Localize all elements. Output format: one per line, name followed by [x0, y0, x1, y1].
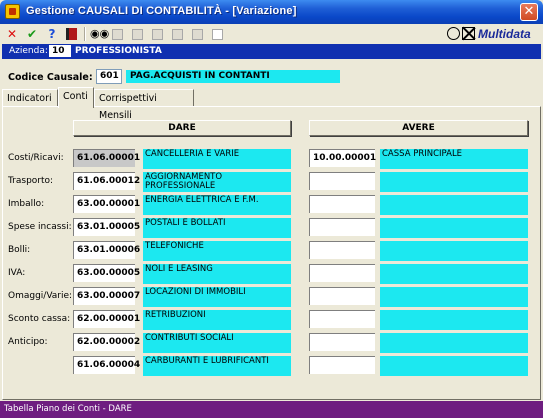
logo-circle-icon: [447, 27, 460, 40]
tab-indicatori[interactable]: Indicatori: [2, 89, 58, 107]
window-title: Gestione CAUSALI DI CONTABILITÀ - [Varia…: [26, 5, 297, 17]
dare-description: LOCAZIONI DI IMMOBILI: [143, 287, 291, 307]
azienda-bar: Azienda: 10 PROFESSIONISTA: [2, 44, 541, 59]
dare-code-field[interactable]: 61.06.00004: [73, 356, 140, 374]
avere-description: [380, 310, 528, 330]
azienda-name: PROFESSIONISTA: [75, 46, 162, 56]
logo-text: Multidata: [478, 27, 531, 41]
avere-description: CASSA PRINCIPALE: [380, 149, 528, 169]
close-button[interactable]: ✕: [520, 3, 538, 21]
status-bar: Tabella Piano dei Conti - DARE: [0, 401, 543, 418]
dare-description: POSTALI E BOLLATI: [143, 218, 291, 238]
avere-code-field[interactable]: [309, 172, 375, 190]
dare-description: CONTRIBUTI SOCIALI: [143, 333, 291, 353]
dare-code-field[interactable]: 62.00.00001: [73, 310, 140, 328]
avere-description: [380, 264, 528, 284]
close-x-icon[interactable]: ✕: [4, 26, 20, 42]
multidata-logo: Multidata: [445, 24, 541, 44]
row-label: Trasporto:: [8, 176, 54, 186]
azienda-label: Azienda:: [9, 46, 48, 56]
confirm-check-icon[interactable]: ✔: [24, 26, 40, 42]
dare-code-field[interactable]: 61.06.00001: [73, 149, 140, 167]
avere-code-field[interactable]: [309, 356, 375, 374]
avere-code-field[interactable]: [309, 218, 375, 236]
status-text: Tabella Piano dei Conti - DARE: [4, 404, 132, 414]
app-icon: [5, 4, 20, 19]
dare-code-field[interactable]: 63.01.00006: [73, 241, 140, 259]
avere-code-field[interactable]: [309, 333, 375, 351]
tab-conti[interactable]: Conti: [58, 87, 94, 108]
row-label: Bolli:: [8, 245, 31, 255]
dare-description: AGGIORNAMENTO PROFESSIONALE: [143, 172, 291, 192]
help-icon[interactable]: ?: [44, 26, 60, 42]
avere-code-field[interactable]: [309, 287, 375, 305]
copy-icon[interactable]: [110, 26, 126, 42]
codice-causale-label: Codice Causale:: [8, 72, 93, 83]
delete-icon[interactable]: [150, 26, 166, 42]
row-label: IVA:: [8, 268, 26, 278]
avere-description: [380, 241, 528, 261]
tab-corrispettivi-mensili[interactable]: Corrispettivi Mensili: [94, 89, 194, 121]
dare-description: ENERGIA ELETTRICA E F.M.: [143, 195, 291, 215]
avere-description: [380, 195, 528, 215]
blank-page-icon[interactable]: [210, 26, 226, 42]
avere-description: [380, 172, 528, 192]
codice-causale-input[interactable]: 601: [96, 69, 122, 84]
dare-code-field[interactable]: 63.00.00001: [73, 195, 140, 213]
avere-column-header: AVERE: [309, 120, 528, 136]
row-label: Anticipo:: [8, 337, 48, 347]
avere-description: [380, 356, 528, 376]
toolbar-separator: [84, 27, 86, 41]
title-bar: Gestione CAUSALI DI CONTABILITÀ - [Varia…: [0, 0, 543, 24]
avere-description: [380, 287, 528, 307]
avere-code-field[interactable]: [309, 195, 375, 213]
dare-code-field[interactable]: 63.01.00005: [73, 218, 140, 236]
avere-code-field[interactable]: 10.00.00001: [309, 149, 376, 167]
dare-column-header: DARE: [73, 120, 291, 136]
tab-conti-label: Conti: [63, 91, 88, 102]
dare-code-field[interactable]: 63.00.00007: [73, 287, 140, 305]
binoculars-icon[interactable]: ◉◉: [90, 26, 109, 42]
row-label: Spese incassi:: [8, 222, 72, 232]
azienda-code: 10: [49, 45, 71, 57]
row-label: Costi/Ricavi:: [8, 153, 64, 163]
avere-code-field[interactable]: [309, 241, 375, 259]
paste-icon[interactable]: [170, 26, 186, 42]
dare-description: TELEFONICHE: [143, 241, 291, 261]
avere-code-field[interactable]: [309, 310, 375, 328]
stack-icon[interactable]: [130, 26, 146, 42]
dare-code-field[interactable]: 62.00.00002: [73, 333, 140, 351]
codice-causale-description: PAG.ACQUISTI IN CONTANTI: [126, 70, 340, 83]
dare-description: CARBURANTI E LUBRIFICANTI: [143, 356, 291, 376]
row-label: Imballo:: [8, 199, 45, 209]
book-icon[interactable]: [64, 26, 80, 42]
avere-description: [380, 333, 528, 353]
avere-code-field[interactable]: [309, 264, 375, 282]
logo-cross-icon: [462, 27, 475, 40]
dare-code-field[interactable]: 61.06.00012: [73, 172, 140, 190]
dare-description: NOLI E LEASING: [143, 264, 291, 284]
new-document-icon[interactable]: [190, 26, 206, 42]
dare-code-field[interactable]: 63.00.00005: [73, 264, 140, 282]
tab-indicatori-label: Indicatori: [7, 93, 52, 104]
row-label: Omaggi/Varie:: [8, 291, 73, 301]
dare-description: CANCELLERIA E VARIE: [143, 149, 291, 169]
row-label: Sconto cassa:: [8, 314, 71, 324]
avere-description: [380, 218, 528, 238]
dare-description: RETRIBUZIONI: [143, 310, 291, 330]
